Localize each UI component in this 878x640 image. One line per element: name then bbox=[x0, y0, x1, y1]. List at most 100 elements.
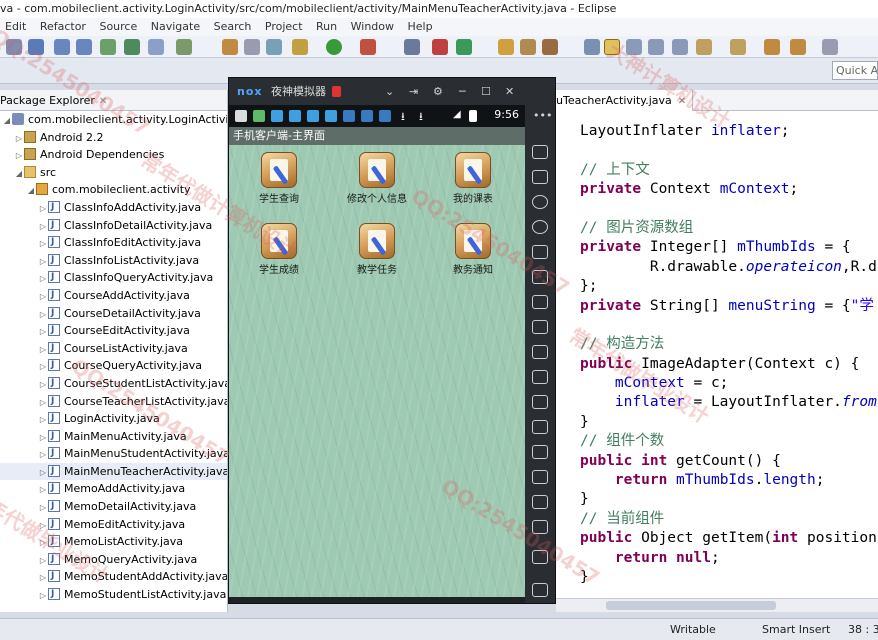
external-tools-icon[interactable] bbox=[360, 39, 376, 55]
tree-item[interactable]: ▷ CourseStudentListActivity.java bbox=[0, 375, 227, 393]
open-folder-icon[interactable] bbox=[498, 39, 514, 55]
new-java-project-icon[interactable] bbox=[456, 39, 472, 55]
close-icon[interactable]: ✕ bbox=[678, 96, 686, 107]
menu-edit[interactable]: Edit bbox=[0, 18, 31, 36]
tree-item[interactable]: ▷ MemoStudentAddActivity.java bbox=[0, 568, 227, 586]
new-icon[interactable] bbox=[28, 39, 44, 55]
tree-item[interactable]: ◢ src bbox=[0, 164, 227, 182]
chevron-right-icon[interactable]: ▷ bbox=[38, 253, 48, 271]
close-icon[interactable]: ✕ bbox=[505, 78, 514, 105]
chevron-right-icon[interactable]: ▷ bbox=[38, 587, 48, 605]
tree-item[interactable]: ▷ ClassInfoEditActivity.java bbox=[0, 234, 227, 252]
tree-item[interactable]: ▷ CourseQueryActivity.java bbox=[0, 357, 227, 375]
chevron-right-icon[interactable]: ▷ bbox=[38, 411, 48, 429]
run-icon[interactable] bbox=[326, 39, 342, 55]
show-whitespace-icon[interactable] bbox=[648, 39, 664, 55]
horizontal-scrollbar[interactable] bbox=[556, 598, 878, 612]
debug-icon[interactable] bbox=[292, 39, 308, 55]
chevron-down-icon[interactable]: ⌄ bbox=[385, 78, 394, 105]
tree-item[interactable]: ◢ com.mobileclient.activity bbox=[0, 181, 227, 199]
back-icon[interactable] bbox=[532, 520, 548, 534]
tree-item[interactable]: ▷ CourseAddActivity.java bbox=[0, 287, 227, 305]
tree-item[interactable]: ▷ MemoDetailActivity.java bbox=[0, 498, 227, 516]
forward-dropdown-icon[interactable] bbox=[822, 39, 838, 55]
chevron-right-icon[interactable]: ▷ bbox=[38, 446, 48, 464]
fullscreen-icon[interactable] bbox=[532, 270, 548, 284]
chevron-right-icon[interactable]: ▷ bbox=[38, 235, 48, 253]
chevron-right-icon[interactable]: ▷ bbox=[38, 464, 48, 482]
menu-search[interactable]: Search bbox=[209, 18, 257, 36]
tree-item[interactable]: ▷ MemoAddActivity.java bbox=[0, 480, 227, 498]
android-avd-icon[interactable] bbox=[124, 39, 140, 55]
menu-item-academic-notices[interactable]: 教务通知 bbox=[431, 223, 515, 283]
home-icon[interactable] bbox=[532, 550, 548, 564]
tree-item[interactable]: ▷ MainMenuStudentActivity.java bbox=[0, 445, 227, 463]
recent-apps-icon[interactable] bbox=[532, 583, 548, 597]
chevron-right-icon[interactable]: ▷ bbox=[38, 341, 48, 359]
scissors-icon[interactable] bbox=[532, 195, 548, 209]
chevron-right-icon[interactable]: ▷ bbox=[38, 481, 48, 499]
chevron-right-icon[interactable]: ▷ bbox=[38, 358, 48, 376]
pin-icon[interactable] bbox=[404, 39, 420, 55]
save-icon[interactable] bbox=[54, 39, 70, 55]
menu-help[interactable]: Help bbox=[403, 18, 438, 36]
volume-down-icon[interactable] bbox=[532, 320, 548, 334]
chevron-right-icon[interactable]: ▷ bbox=[38, 376, 48, 394]
tree-item[interactable]: ▷ CourseEditActivity.java bbox=[0, 322, 227, 340]
tree-item[interactable]: ▷ MainMenuTeacherActivity.java bbox=[0, 462, 227, 482]
minimize-icon[interactable]: ─ bbox=[459, 78, 466, 105]
open-resource-icon[interactable] bbox=[542, 39, 558, 55]
chevron-down-icon[interactable]: ◢ bbox=[2, 112, 12, 130]
chevron-right-icon[interactable]: ▷ bbox=[14, 130, 24, 148]
block-selection-icon[interactable] bbox=[626, 39, 642, 55]
prev-annotation-icon[interactable] bbox=[730, 39, 746, 55]
chevron-right-icon[interactable]: ▷ bbox=[38, 288, 48, 306]
settings-icon[interactable]: ⚙ bbox=[433, 78, 443, 105]
pin-icon[interactable]: ⇥ bbox=[409, 78, 418, 105]
record-icon[interactable] bbox=[532, 420, 548, 434]
menu-item-student-query[interactable]: 学生查询 bbox=[237, 152, 321, 212]
chevron-down-icon[interactable]: ◢ bbox=[26, 182, 36, 200]
chevron-right-icon[interactable]: ▷ bbox=[38, 394, 48, 412]
menu-icon[interactable] bbox=[532, 470, 548, 484]
tree-item[interactable]: ▷ CourseTeacherListActivity.java bbox=[0, 393, 227, 411]
menu-item-edit-profile[interactable]: 修改个人信息 bbox=[335, 152, 419, 212]
open-type-icon[interactable] bbox=[222, 39, 238, 55]
location-icon[interactable] bbox=[532, 220, 548, 234]
package-explorer-tab[interactable]: Package Explorer ✕ bbox=[0, 90, 227, 111]
tree-item[interactable]: ▷ CourseDetailActivity.java bbox=[0, 305, 227, 323]
tree-item[interactable]: ▷ MemoQueryActivity.java bbox=[0, 551, 227, 569]
multi-instance-icon[interactable] bbox=[532, 445, 548, 459]
chevron-right-icon[interactable]: ▷ bbox=[38, 534, 48, 552]
chevron-right-icon[interactable]: ▷ bbox=[38, 517, 48, 535]
format-icon[interactable] bbox=[672, 39, 688, 55]
tree-item[interactable]: ▷ Android 2.2 bbox=[0, 129, 227, 147]
chevron-right-icon[interactable]: ▷ bbox=[38, 552, 48, 570]
menu-item-student-grades[interactable]: 学生成绩 bbox=[237, 223, 321, 283]
macro-icon[interactable] bbox=[532, 495, 548, 509]
tree-item[interactable]: ▷ Android Dependencies bbox=[0, 146, 227, 164]
quick-access-input[interactable]: Quick A bbox=[832, 61, 878, 80]
open-package-icon[interactable] bbox=[520, 39, 536, 55]
chevron-down-icon[interactable]: ◢ bbox=[14, 165, 24, 183]
chevron-right-icon[interactable]: ▷ bbox=[38, 218, 48, 236]
chevron-right-icon[interactable]: ▷ bbox=[38, 499, 48, 517]
chevron-right-icon[interactable]: ▷ bbox=[38, 569, 48, 587]
tree-item[interactable]: ▷ LoginActivity.java bbox=[0, 410, 227, 428]
chevron-right-icon[interactable]: ▷ bbox=[38, 270, 48, 288]
save-all-icon[interactable] bbox=[76, 39, 92, 55]
menu-window[interactable]: Window bbox=[346, 18, 399, 36]
tree-item[interactable]: ▷ MemoEditActivity.java bbox=[0, 516, 227, 534]
chevron-right-icon[interactable]: ▷ bbox=[38, 323, 48, 341]
scrollbar-thumb[interactable] bbox=[606, 601, 776, 610]
chevron-right-icon[interactable]: ▷ bbox=[38, 306, 48, 324]
back-icon[interactable] bbox=[764, 39, 780, 55]
search-icon[interactable] bbox=[244, 39, 260, 55]
tree-item[interactable]: ▷ ClassInfoListActivity.java bbox=[0, 252, 227, 270]
debug-config-icon[interactable] bbox=[432, 39, 448, 55]
chevron-right-icon[interactable]: ▷ bbox=[38, 200, 48, 218]
menu-project[interactable]: Project bbox=[260, 18, 308, 36]
chevron-right-icon[interactable]: ▷ bbox=[14, 147, 24, 165]
screenshot-icon[interactable] bbox=[532, 395, 548, 409]
new-class-icon[interactable] bbox=[148, 39, 164, 55]
